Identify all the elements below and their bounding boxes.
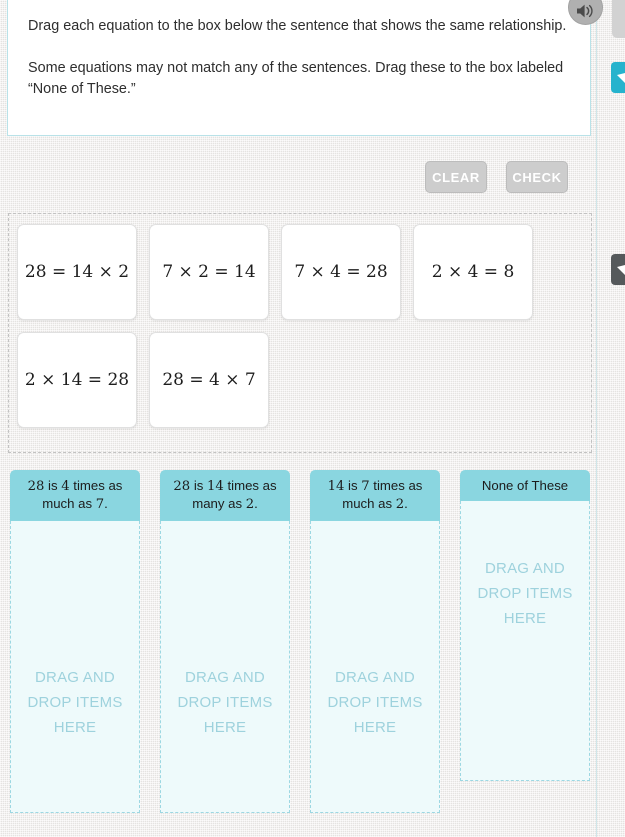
right-edge-divider bbox=[596, 0, 597, 837]
equation-tile[interactable]: 2 × 4 = 8 bbox=[413, 224, 533, 320]
help-tab[interactable] bbox=[611, 62, 625, 93]
dropzone-header: 28 is 14 times as many as 2. bbox=[160, 470, 290, 521]
dropzone-header: 14 is 7 times as much as 2. bbox=[310, 470, 440, 521]
dropzone-header-word: None of These bbox=[481, 477, 569, 493]
chevron-left-icon bbox=[616, 72, 625, 83]
tools-tab[interactable] bbox=[611, 254, 625, 285]
dropzone-header-number: 2 bbox=[245, 497, 255, 512]
dropzone-header-label: 28 is 4 times as much as 7. bbox=[16, 477, 134, 513]
dropzone-column[interactable]: 14 is 7 times as much as 2. DRAG AND DROP… bbox=[310, 470, 440, 813]
dropzone-header: 28 is 4 times as much as 7. bbox=[10, 470, 140, 521]
check-button[interactable]: CHECK bbox=[506, 161, 568, 193]
equation-text: 2 × 4 = 8 bbox=[431, 262, 515, 282]
equation-text: 28 = 14 × 2 bbox=[24, 262, 130, 282]
dropzone-header-label: None of These bbox=[482, 477, 568, 494]
equation-tray-inner: 28 = 14 × 2 7 × 2 = 14 7 × 4 = 28 2 × 4 = 8… bbox=[17, 224, 583, 428]
instruction-paragraph-1: Drag each equation to the box below the … bbox=[28, 18, 567, 34]
dropzone-header-word: . bbox=[404, 496, 408, 511]
dropzone-header-label: 14 is 7 times as much as 2. bbox=[316, 477, 434, 513]
dropzone-header-number: 7 bbox=[361, 479, 370, 494]
dropzone-header-number: 4 bbox=[61, 479, 70, 494]
instruction-panel: Drag each equation to the box below the … bbox=[7, 0, 591, 136]
equation-tile[interactable]: 28 = 14 × 2 bbox=[17, 224, 137, 320]
dropzone-placeholder: DRAG AND DROP ITEMS HERE bbox=[27, 669, 123, 736]
dropzone-column[interactable]: 28 is 4 times as much as 7. DRAG AND DROP… bbox=[10, 470, 140, 813]
equation-text: 2 × 14 = 28 bbox=[24, 370, 130, 390]
equation-text: 7 × 4 = 28 bbox=[294, 262, 388, 282]
right-panel-stub bbox=[612, 0, 625, 38]
equation-tile[interactable]: 7 × 2 = 14 bbox=[149, 224, 269, 320]
dropzone-placeholder: DRAG AND DROP ITEMS HERE bbox=[177, 669, 273, 736]
dropzone-header-label: 28 is 14 times as many as 2. bbox=[166, 477, 284, 513]
dropzone-header-word: is bbox=[44, 478, 62, 493]
equation-tray: 28 = 14 × 2 7 × 2 = 14 7 × 4 = 28 2 × 4 = 8… bbox=[8, 213, 592, 453]
equation-text: 28 = 4 × 7 bbox=[162, 370, 256, 390]
dropzone-body[interactable]: DRAG AND DROP ITEMS HERE bbox=[310, 521, 440, 813]
action-bar: CLEAR CHECK bbox=[0, 160, 596, 194]
chevron-left-icon bbox=[616, 264, 625, 275]
equation-tile[interactable]: 7 × 4 = 28 bbox=[281, 224, 401, 320]
dropzone-placeholder: DRAG AND DROP ITEMS HERE bbox=[327, 669, 423, 736]
instruction-paragraph-2: Some equations may not match any of the … bbox=[28, 60, 564, 97]
dropzone-header-word: . bbox=[254, 496, 258, 511]
equation-tile[interactable]: 28 = 4 × 7 bbox=[149, 332, 269, 428]
dropzone-header-number: 14 bbox=[207, 479, 224, 494]
dropzone-header-word: is bbox=[190, 478, 208, 493]
dropzone-header-number: 28 bbox=[173, 479, 191, 494]
clear-button[interactable]: CLEAR bbox=[425, 161, 487, 193]
dropzone-body[interactable]: DRAG AND DROP ITEMS HERE bbox=[160, 521, 290, 813]
equation-tile[interactable]: 2 × 14 = 28 bbox=[17, 332, 137, 428]
equation-text: 7 × 2 = 14 bbox=[162, 262, 256, 282]
dropzone-header-number: 28 bbox=[27, 479, 45, 494]
dropzone-header-word: . bbox=[104, 496, 108, 511]
dropzone-header-number: 14 bbox=[327, 479, 345, 494]
dropzone-header-word: is bbox=[344, 478, 362, 493]
dropzone-header-number: 7 bbox=[95, 497, 105, 512]
dropzone-placeholder: DRAG AND DROP ITEMS HERE bbox=[477, 560, 573, 627]
dropzone-column[interactable]: 28 is 14 times as many as 2. DRAG AND DRO… bbox=[160, 470, 290, 813]
dropzone-row: 28 is 4 times as much as 7. DRAG AND DROP… bbox=[10, 470, 592, 813]
dropzone-body[interactable]: DRAG AND DROP ITEMS HERE bbox=[460, 501, 590, 781]
dropzone-header-number: 2 bbox=[395, 497, 405, 512]
dropzone-column[interactable]: None of These DRAG AND DROP ITEMS HERE bbox=[460, 470, 590, 781]
dropzone-header: None of These bbox=[460, 470, 590, 501]
instruction-spacer bbox=[28, 37, 570, 58]
dropzone-body[interactable]: DRAG AND DROP ITEMS HERE bbox=[10, 521, 140, 813]
